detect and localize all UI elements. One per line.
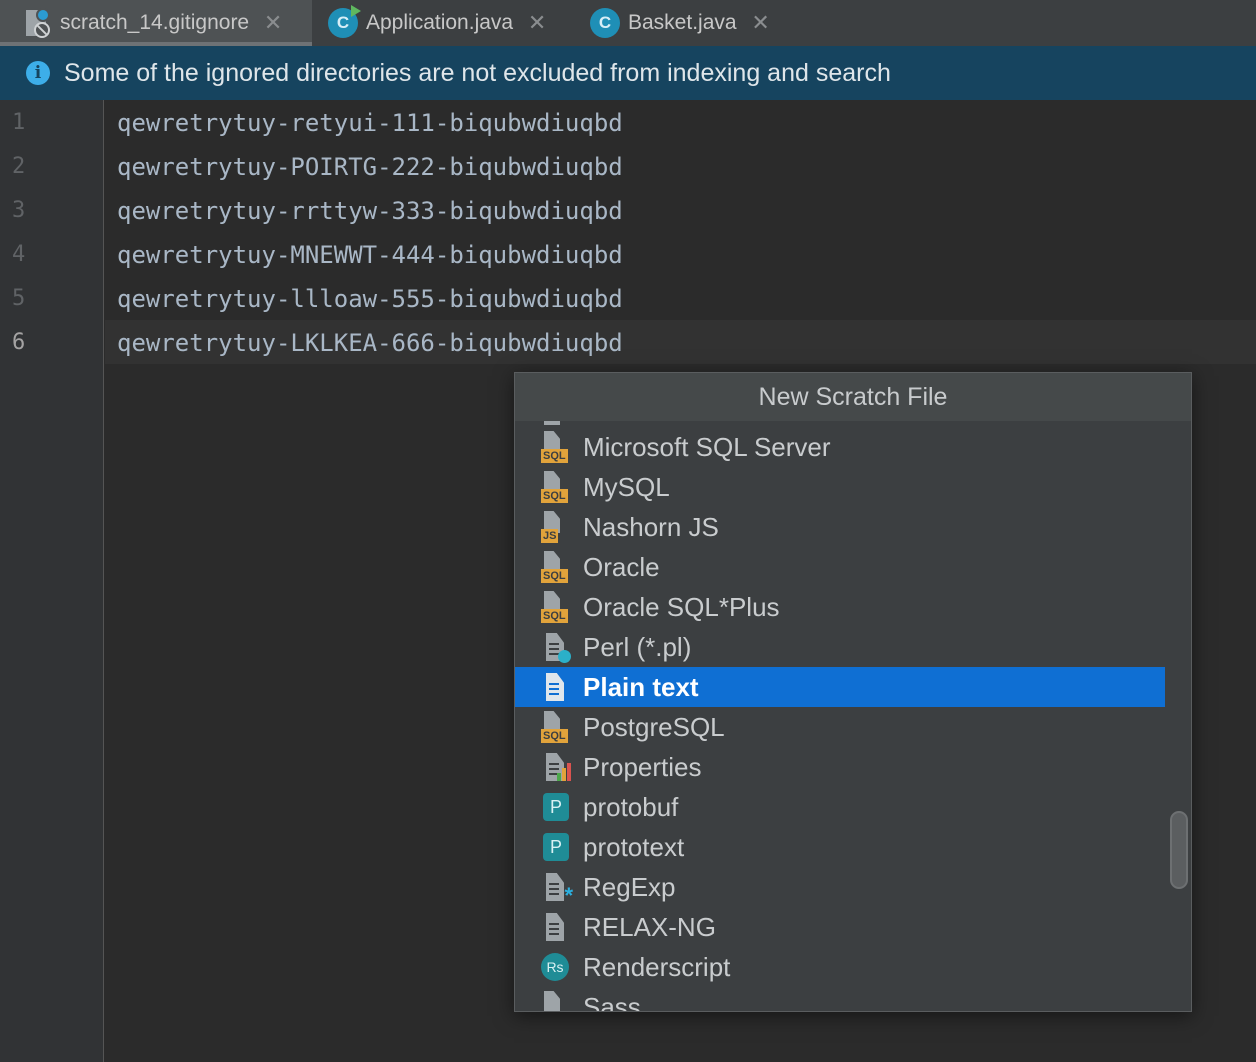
info-icon: i [26, 61, 50, 85]
sql-file-icon: SQL [541, 711, 571, 743]
line-number: 5 [12, 286, 26, 311]
list-item-relax-ng[interactable]: RELAX-NG [515, 907, 1165, 947]
js-file-icon: JS [541, 511, 571, 543]
list-item-protobuf[interactable]: P protobuf [515, 787, 1165, 827]
renderscript-icon: Rs [541, 951, 571, 983]
prototext-icon: P [541, 831, 571, 863]
popup-title: New Scratch File [515, 373, 1191, 421]
notification-text: Some of the ignored directories are not … [64, 58, 891, 87]
language-list[interactable]: SQL Microsoft SQL Server SQL MySQL JS Na… [515, 421, 1165, 1011]
perl-file-icon [541, 631, 571, 663]
java-class-run-icon: C [328, 5, 361, 38]
tab-basket-java[interactable]: C Basket.java ✕ [568, 0, 798, 46]
popup-scrollbar-thumb[interactable] [1170, 811, 1188, 889]
line-number: 3 [12, 198, 26, 223]
indexing-notification-banner: i Some of the ignored directories are no… [0, 46, 1256, 100]
regexp-file-icon: * [541, 871, 573, 907]
list-item-mysql[interactable]: SQL MySQL [515, 467, 1165, 507]
protobuf-icon: P [541, 791, 571, 823]
tab-label: Basket.java [628, 11, 737, 34]
tab-application-java[interactable]: C Application.java ✕ [306, 0, 568, 46]
sass-file-icon [541, 991, 571, 1011]
code-line[interactable]: qewretrytuy-MNEWWT-444-biqubwdiuqbd [117, 233, 623, 277]
new-scratch-file-popup: New Scratch File SQL Microsoft SQL Serve… [514, 372, 1192, 1012]
line-number: 2 [12, 154, 26, 179]
list-item-partial [515, 421, 1165, 425]
properties-file-icon [541, 751, 571, 783]
code-line[interactable]: qewretrytuy-rrttyw-333-biqubwdiuqbd [117, 189, 623, 233]
line-number: 4 [12, 242, 26, 267]
list-item-oracle-sqlplus[interactable]: SQL Oracle SQL*Plus [515, 587, 1165, 627]
line-number-current: 6 [12, 330, 26, 355]
list-item-postgresql[interactable]: SQL PostgreSQL [515, 707, 1165, 747]
relaxng-file-icon [541, 911, 571, 943]
list-item-prototext[interactable]: P prototext [515, 827, 1165, 867]
tab-scratch-gitignore[interactable]: scratch_14.gitignore ✕ [0, 0, 312, 46]
list-item-properties[interactable]: Properties [515, 747, 1165, 787]
code-line[interactable]: qewretrytuy-retyui-111-biqubwdiuqbd [117, 101, 623, 145]
gitignore-file-icon [22, 8, 52, 38]
list-item-nashorn-js[interactable]: JS Nashorn JS [515, 507, 1165, 547]
tab-label: scratch_14.gitignore [60, 11, 250, 34]
list-item-oracle[interactable]: SQL Oracle [515, 547, 1165, 587]
list-item-plain-text[interactable]: Plain text [515, 667, 1165, 707]
sql-file-icon: SQL [541, 431, 571, 463]
line-number: 1 [12, 110, 26, 135]
list-item-regexp[interactable]: * RegExp [515, 867, 1165, 907]
close-icon[interactable]: ✕ [527, 12, 547, 34]
java-class-icon: C [590, 8, 620, 38]
tab-label: Application.java [366, 11, 514, 34]
list-item-sass[interactable]: Sass [515, 987, 1165, 1011]
code-line[interactable]: qewretrytuy-llloaw-555-biqubwdiuqbd [117, 277, 623, 321]
list-item-perl[interactable]: Perl (*.pl) [515, 627, 1165, 667]
close-icon[interactable]: ✕ [263, 12, 283, 34]
editor-tab-bar: scratch_14.gitignore ✕ C Application.jav… [0, 0, 1256, 46]
code-line[interactable]: qewretrytuy-LKLKEA-666-biqubwdiuqbd [117, 321, 623, 365]
sql-file-icon: SQL [541, 551, 571, 583]
list-item-microsoft-sql-server[interactable]: SQL Microsoft SQL Server [515, 427, 1165, 467]
list-item-renderscript[interactable]: Rs Renderscript [515, 947, 1165, 987]
code-line[interactable]: qewretrytuy-POIRTG-222-biqubwdiuqbd [117, 145, 623, 189]
sql-file-icon: SQL [541, 591, 571, 623]
text-file-icon [541, 671, 571, 703]
sql-file-icon: SQL [541, 471, 571, 503]
close-icon[interactable]: ✕ [751, 12, 771, 34]
